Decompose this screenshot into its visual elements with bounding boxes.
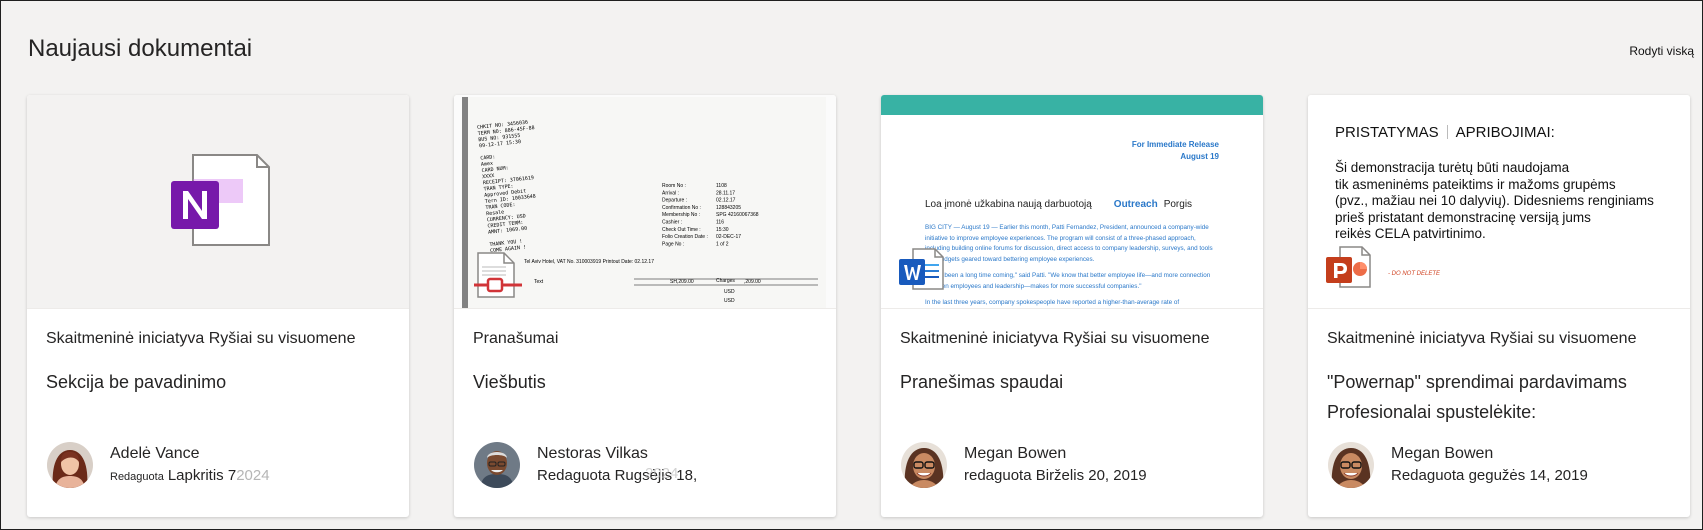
- section-title: Naujausi dokumentai: [28, 35, 253, 62]
- card-title[interactable]: Pranešimas spaudai: [900, 367, 1250, 397]
- card-title-line1: "Powernap" sprendimai pardavimams: [1327, 372, 1627, 392]
- thumbnail-text: 1108: [716, 183, 727, 189]
- edited-year-faded: 2024: [236, 467, 270, 484]
- edited-date: Lapkritis 7: [167, 467, 237, 484]
- thumbnail-text: Charges: [716, 278, 735, 284]
- thumbnail-text: ,209.00: [744, 279, 761, 285]
- thumbnail-text: 15:30: [716, 227, 729, 233]
- card-edited: Redaguota Lapkritis 72024: [110, 467, 270, 484]
- card-edited: Redaguota gegužės 14, 2019: [1391, 467, 1588, 484]
- thumbnail-text: Tel Aviv Hotel, VAT No. 310003919 Printo…: [524, 259, 654, 265]
- edited-prefix: Redaguota: [110, 471, 164, 483]
- press-headline: Loa įmonė užkabina naują darbuotoją Outre…: [925, 199, 1193, 210]
- thumbnail-text: Page No :: [662, 241, 684, 247]
- document-card-pdf[interactable]: CHKIT NO: 3456036 TERM NO: 886-45F-88 BUS …: [454, 95, 836, 517]
- card-title[interactable]: "Powernap" sprendimai pardavimams Profes…: [1327, 367, 1677, 427]
- thumbnail-text: 02.12.17: [716, 198, 736, 204]
- powerpoint-icon: [1326, 246, 1371, 288]
- thumbnail-header-bar: [881, 95, 1263, 115]
- press-body: BIG CITY — August 19 — Earlier this mont…: [925, 224, 1213, 306]
- thumbnail-text: Arrival :: [662, 190, 679, 196]
- card-title[interactable]: Sekcija be pavadinimo: [46, 367, 396, 397]
- avatar: [1328, 442, 1374, 488]
- card-edited: redaguota Birželis 20, 2019: [964, 467, 1147, 484]
- onenote-icon: [171, 154, 270, 246]
- slide-body: Ši demonstracija turėtų būti naudojama t…: [1335, 160, 1654, 241]
- card-author: Nestoras Vilkas: [537, 445, 648, 462]
- thumbnail-text: Room No :: [662, 183, 686, 189]
- thumbnail-text: 28.11.17: [716, 190, 735, 196]
- card-title[interactable]: Viešbutis: [473, 367, 823, 397]
- card-thumbnail: [27, 95, 409, 309]
- thumbnail-text: Check Out Time :: [662, 227, 701, 233]
- thumbnail-text: 1 of 2: [716, 241, 729, 247]
- card-location: Skaitmeninė iniciatyva Ryšiai su visuome…: [900, 330, 1210, 347]
- thumbnail-text: USD: [724, 298, 735, 304]
- pdf-icon: [474, 252, 522, 298]
- card-thumbnail: PRISTATYMAS APRIBOJIMAI: Ši demonstracija…: [1308, 95, 1690, 309]
- card-location: Pranašumai: [473, 330, 559, 347]
- avatar: [901, 442, 947, 488]
- show-all-link[interactable]: Rodyti viską: [1629, 44, 1694, 58]
- document-card-onenote[interactable]: Skaitmeninė iniciatyva Ryšiai su visuome…: [27, 95, 409, 517]
- document-card-word[interactable]: For Immediate Release August 19 Loa įmon…: [881, 95, 1263, 517]
- thumbnail-text: 128843205: [716, 205, 741, 211]
- avatar: [474, 442, 520, 488]
- card-author: Adelė Vance: [110, 445, 200, 462]
- release-label: For Immediate Release August 19: [1131, 140, 1219, 161]
- card-author: Megan Bowen: [964, 445, 1067, 462]
- card-edited: Redaguota Rugsėjis 18, 2024: [537, 465, 697, 484]
- word-icon: [899, 248, 944, 290]
- card-thumbnail: For Immediate Release August 19 Loa įmon…: [881, 95, 1263, 309]
- thumbnail-text: Departure :: [662, 198, 687, 204]
- edited-year-faded: 2024: [645, 465, 679, 482]
- thumbnail-text: Folio Creation Date :: [662, 234, 708, 240]
- thumbnail-text: Cashier :: [662, 220, 682, 226]
- thumbnail-text: 02-DEC-17: [716, 234, 741, 240]
- thumbnail-text: SPG 42160067368: [716, 212, 759, 218]
- thumbnail-text: SH,209.00: [670, 279, 694, 285]
- thumbnail-text: 116: [716, 220, 724, 226]
- thumbnail-text: USD: [724, 289, 735, 295]
- card-location: Skaitmeninė iniciatyva Ryšiai su visuome…: [1327, 330, 1637, 347]
- slide-note: - DO NOT DELETE: [1388, 271, 1441, 277]
- slide-heading: PRISTATYMAS APRIBOJIMAI:: [1335, 124, 1555, 141]
- card-title-line2: Profesionalai spustelėkite:: [1327, 402, 1537, 422]
- thumbnail-text: Text: [534, 279, 544, 285]
- thumbnail-text: Confirmation No :: [662, 205, 701, 211]
- thumbnail-text: Membership No :: [662, 212, 700, 218]
- document-card-powerpoint[interactable]: PRISTATYMAS APRIBOJIMAI: Ši demonstracija…: [1308, 95, 1690, 517]
- card-location: Skaitmeninė iniciatyva Ryšiai su visuome…: [46, 330, 356, 347]
- card-author: Megan Bowen: [1391, 445, 1494, 462]
- card-thumbnail: CHKIT NO: 3456036 TERM NO: 886-45F-88 BUS …: [454, 95, 836, 309]
- avatar: [47, 442, 93, 488]
- recent-documents-panel: Naujausi dokumentai Rodyti viską Skaitme…: [0, 0, 1703, 530]
